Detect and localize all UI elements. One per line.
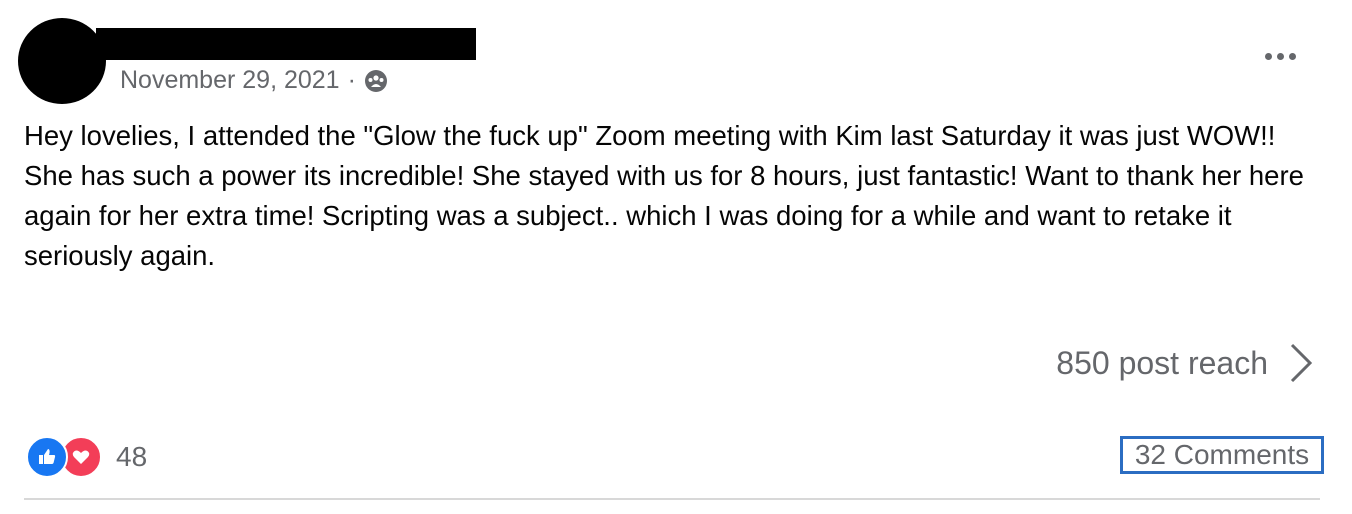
divider — [24, 498, 1320, 500]
reaction-count: 48 — [116, 441, 148, 472]
chevron-right-icon — [1290, 343, 1313, 383]
comments-link[interactable]: 32 Comments — [1120, 436, 1324, 474]
like-reaction-icon — [26, 436, 68, 478]
avatar[interactable] — [18, 18, 106, 104]
post-date[interactable]: November 29, 2021 — [120, 66, 340, 95]
more-dot-icon — [1276, 52, 1284, 60]
post-meta: November 29, 2021 · — [120, 66, 388, 95]
group-audience-icon[interactable] — [364, 69, 388, 93]
post-text: Hey lovelies, I attended the "Glow the f… — [24, 120, 1312, 271]
more-dot-icon — [1264, 52, 1272, 60]
meta-separator: · — [347, 66, 356, 94]
reactions-summary[interactable]: 48 — [26, 436, 147, 478]
post-reach-link[interactable]: 850 post reach — [1056, 342, 1314, 384]
more-options-button[interactable] — [1258, 38, 1302, 74]
author-name-redacted[interactable] — [96, 28, 476, 60]
post-reach-label: 850 post reach — [1056, 344, 1268, 381]
more-dot-icon — [1288, 52, 1296, 60]
